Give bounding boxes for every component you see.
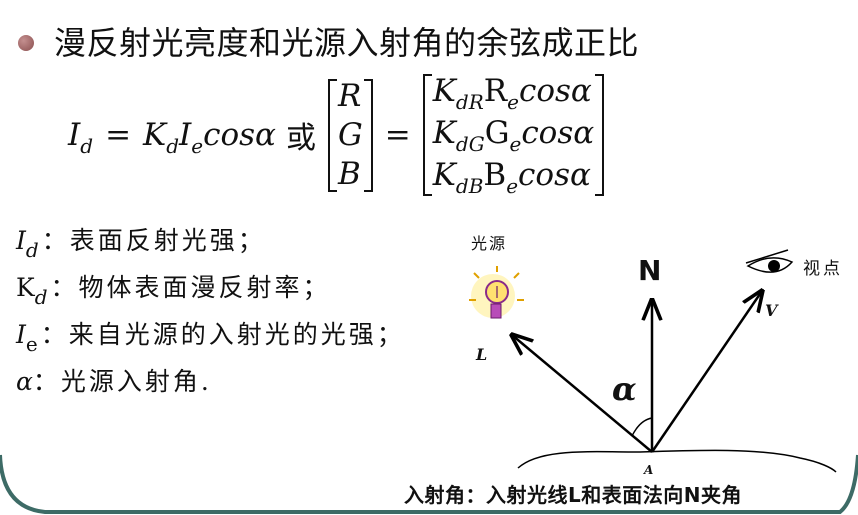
normal-label: N [638,254,662,287]
reflection-diagram [469,249,837,473]
slide: 漫反射光亮度和光源入射角的余弦成正比 Id = Kd Ie cosα 或 R G… [0,0,858,515]
view-arrow [650,291,762,453]
A-label: A [644,463,654,477]
surface-curve [517,449,837,473]
diagram-caption: 入射角：入射光线L和表面法向N夹角 [404,483,742,507]
V-label: V [765,301,778,320]
light-source-label: 光源 [471,234,508,253]
light-bulb-icon [469,266,524,319]
L-label: L [476,345,488,364]
viewpoint-label: 视点 [803,259,843,279]
angle-arc [631,417,653,437]
eye-icon [745,249,794,273]
angle-alpha-label: α [612,370,637,408]
